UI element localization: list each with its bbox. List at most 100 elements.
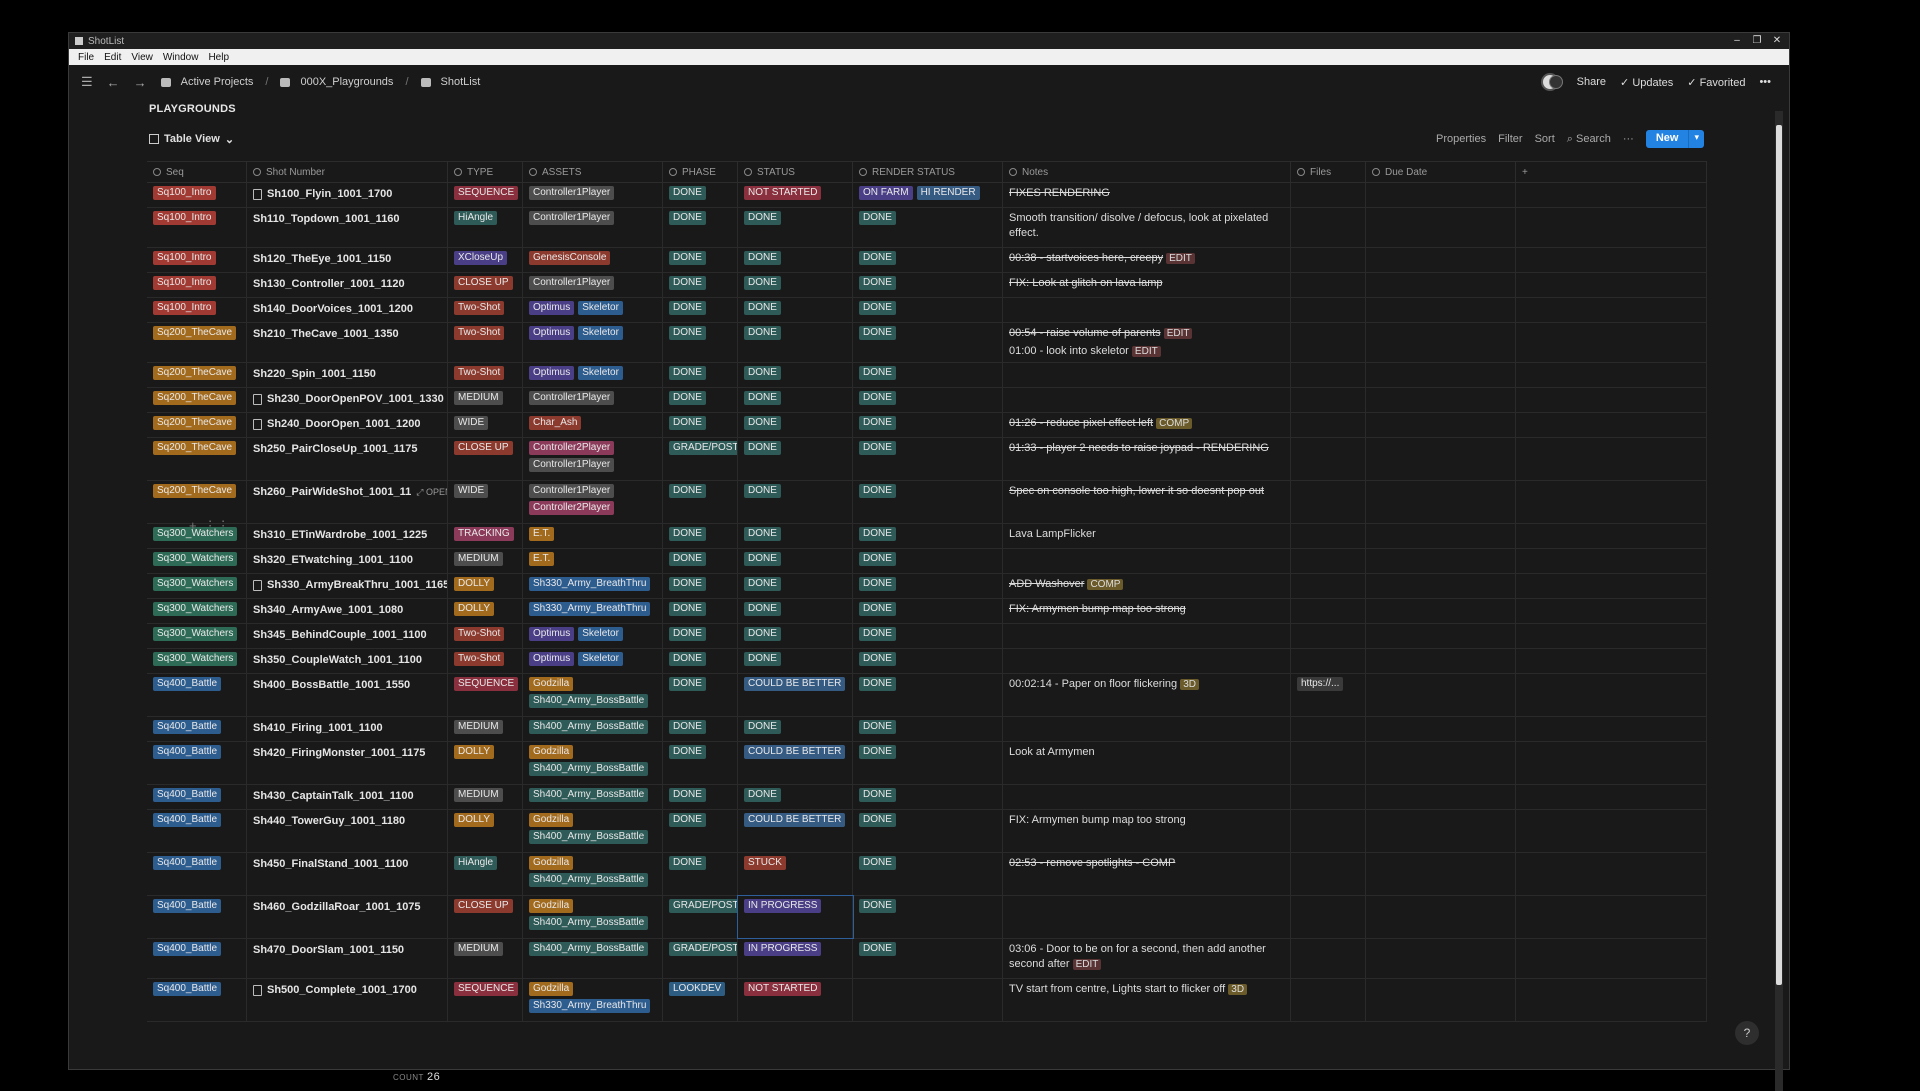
table-row[interactable]: Sq400_Battle Sh460_GodzillaRoar_1001_1075… (147, 895, 1707, 939)
table-cell[interactable] (1516, 438, 1707, 480)
table-cell[interactable]: CLOSE UP (448, 438, 523, 480)
status-tag[interactable]: DONE (744, 627, 781, 641)
shot-number[interactable]: Sh210_TheCave_1001_1350 (253, 326, 399, 342)
share-button[interactable]: Share (1577, 76, 1606, 88)
table-cell[interactable]: Sq400_Battle (147, 979, 247, 1021)
table-cell[interactable]: Sh430_CaptainTalk_1001_1100 (247, 785, 448, 809)
table-cell[interactable] (1366, 183, 1516, 207)
table-cell[interactable]: Controller1Player (523, 273, 663, 297)
note-text[interactable]: 00:54 - raise volume of parents EDIT (1009, 326, 1193, 341)
asset-tag[interactable]: Sh400_Army_BossBattle (529, 830, 649, 844)
asset-tag[interactable]: Sh400_Army_BossBattle (529, 694, 649, 708)
menu-help[interactable]: Help (203, 52, 234, 63)
table-cell[interactable]: Sh400_Army_BossBattle (523, 939, 663, 978)
asset-tag[interactable]: Godzilla (529, 677, 574, 691)
table-cell[interactable] (1516, 323, 1707, 362)
table-cell[interactable]: DONE (853, 481, 1003, 523)
table-cell[interactable]: Sq400_Battle (147, 717, 247, 741)
table-cell[interactable]: Sh140_DoorVoices_1001_1200 (247, 298, 448, 322)
column-header[interactable]: Notes (1003, 162, 1291, 182)
table-row[interactable]: Sq100_Intro Sh100_Flyin_1001_1700 SEQUENCE… (147, 183, 1707, 208)
table-cell[interactable]: DONE (853, 388, 1003, 412)
shot-number[interactable]: Sh500_Complete_1001_1700 (253, 982, 417, 998)
column-header[interactable]: TYPE (448, 162, 523, 182)
column-header[interactable]: PHASE (663, 162, 738, 182)
asset-tag[interactable]: Optimus (529, 301, 575, 315)
table-cell[interactable]: FIX: Armymen bump map too strong (1003, 810, 1291, 852)
shot-number[interactable]: Sh345_BehindCouple_1001_1100 (253, 627, 427, 643)
asset-tag[interactable]: Sh400_Army_BossBattle (529, 916, 649, 930)
table-cell[interactable] (1366, 298, 1516, 322)
table-row[interactable]: Sq100_Intro Sh120_TheEye_1001_1150 XCloseU… (147, 248, 1707, 273)
status-tag[interactable]: DONE (744, 788, 781, 802)
table-cell[interactable]: Sq300_Watchers (147, 649, 247, 673)
table-cell[interactable]: Sq200_TheCave (147, 323, 247, 362)
table-cell[interactable]: DONE (738, 208, 853, 247)
status-tag[interactable]: DONE (744, 326, 781, 340)
status-tag[interactable]: IN PROGRESS (744, 942, 822, 956)
table-cell[interactable]: Sh330_Army_BreathThru (523, 599, 663, 623)
table-row[interactable]: Sq300_Watchers Sh350_CoupleWatch_1001_110… (147, 649, 1707, 674)
asset-tag[interactable]: Sh400_Army_BossBattle (529, 942, 649, 956)
table-cell[interactable] (1366, 853, 1516, 895)
table-cell[interactable]: Sh110_Topdown_1001_1160 (247, 208, 448, 247)
table-cell[interactable]: 00:02:14 - Paper on floor flickering 3D (1003, 674, 1291, 716)
table-cell[interactable]: DONE (738, 273, 853, 297)
note-text[interactable]: FIX: Armymen bump map too strong (1009, 813, 1186, 828)
asset-tag[interactable]: Skeletor (578, 627, 623, 641)
note-text[interactable]: ADD Washover COMP (1009, 577, 1124, 592)
open-row-button[interactable]: ⤢ OPEN (416, 484, 447, 500)
status-tag[interactable]: DONE (744, 602, 781, 616)
table-cell[interactable]: DONE (663, 524, 738, 548)
view-selector[interactable]: Table View ⌄ (149, 133, 234, 146)
table-cell[interactable]: DONE (853, 853, 1003, 895)
table-cell[interactable]: DONE (853, 413, 1003, 437)
table-cell[interactable]: COULD BE BETTER (738, 674, 853, 716)
shot-number[interactable]: Sh100_Flyin_1001_1700 (253, 186, 392, 202)
table-cell[interactable]: 00:54 - raise volume of parents EDIT 01:0… (1003, 323, 1291, 362)
table-cell[interactable] (1003, 624, 1291, 648)
table-cell[interactable]: DONE (663, 717, 738, 741)
status-tag[interactable]: IN PROGRESS (744, 899, 822, 913)
asset-tag[interactable]: Controller1Player (529, 186, 615, 200)
table-cell[interactable]: COULD BE BETTER (738, 742, 853, 784)
phase-tag[interactable]: DONE (669, 484, 706, 498)
seq-tag[interactable]: Sq200_TheCave (153, 441, 237, 455)
table-cell[interactable]: DOLLY (448, 599, 523, 623)
shot-number[interactable]: Sh450_FinalStand_1001_1100 (253, 856, 408, 872)
seq-tag[interactable]: Sq200_TheCave (153, 484, 237, 498)
new-dropdown-icon[interactable]: ▾ (1688, 130, 1704, 148)
type-tag[interactable]: MEDIUM (454, 720, 503, 734)
table-cell[interactable] (1516, 599, 1707, 623)
phase-tag[interactable]: DONE (669, 416, 706, 430)
table-cell[interactable] (1516, 481, 1707, 523)
table-cell[interactable] (1003, 785, 1291, 809)
table-cell[interactable] (1366, 674, 1516, 716)
shot-number[interactable]: Sh340_ArmyAwe_1001_1080 (253, 602, 403, 618)
table-cell[interactable] (1366, 413, 1516, 437)
shot-number[interactable]: Sh420_FiringMonster_1001_1175 (253, 745, 425, 761)
table-cell[interactable]: MEDIUM (448, 939, 523, 978)
seq-tag[interactable]: Sq400_Battle (153, 982, 222, 996)
phase-tag[interactable]: DONE (669, 720, 706, 734)
shot-number[interactable]: Sh440_TowerGuy_1001_1180 (253, 813, 405, 829)
table-cell[interactable]: TRACKING (448, 524, 523, 548)
shot-number[interactable]: Sh130_Controller_1001_1120 (253, 276, 405, 292)
table-cell[interactable]: 01:26 - reduce pixel effect left COMP (1003, 413, 1291, 437)
table-cell[interactable]: DONE (663, 785, 738, 809)
table-cell[interactable]: ADD Washover COMP (1003, 574, 1291, 598)
table-cell[interactable]: CLOSE UP (448, 896, 523, 938)
note-text[interactable]: TV start from centre, Lights start to fl… (1009, 982, 1248, 997)
render-status-tag[interactable]: HI RENDER (916, 186, 980, 200)
table-cell[interactable]: COULD BE BETTER (738, 810, 853, 852)
type-tag[interactable]: DOLLY (454, 602, 495, 616)
asset-tag[interactable]: Char_Ash (529, 416, 582, 430)
table-cell[interactable]: DONE (738, 649, 853, 673)
shot-number[interactable]: Sh430_CaptainTalk_1001_1100 (253, 788, 414, 804)
table-row[interactable]: Sq400_Battle Sh420_FiringMonster_1001_117… (147, 742, 1707, 785)
table-cell[interactable] (1291, 273, 1366, 297)
table-cell[interactable]: Optimus Skeletor (523, 649, 663, 673)
table-cell[interactable] (1516, 298, 1707, 322)
table-row[interactable]: Sq200_TheCave Sh250_PairCloseUp_1001_1175… (147, 438, 1707, 481)
table-cell[interactable] (1003, 549, 1291, 573)
